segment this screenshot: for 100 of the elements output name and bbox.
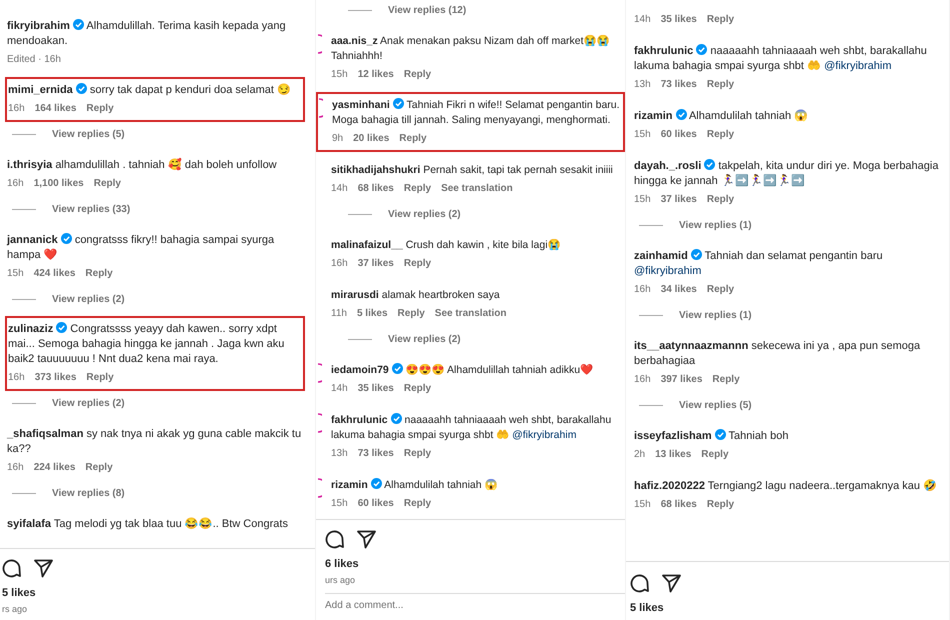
reply-button[interactable]: Reply	[706, 127, 734, 142]
reply-button[interactable]: Reply	[404, 256, 432, 271]
comment-text: zainhamid Tahniah dan selamat pengantin baru @fikryibrahim	[634, 249, 884, 279]
timestamp: 16h	[634, 283, 651, 297]
like-count[interactable]: 34 likes	[660, 282, 697, 297]
reply-button[interactable]: Reply	[404, 446, 432, 461]
reply-button[interactable]: Reply	[706, 192, 734, 207]
view-replies-link[interactable]: View replies (8)	[52, 486, 125, 501]
timestamp: 15h	[7, 267, 24, 281]
divider-line-icon	[12, 403, 36, 404]
like-count[interactable]: 373 likes	[34, 370, 76, 385]
comment-text: isseyfazlisham Tahniah boh	[634, 429, 788, 444]
reply-button[interactable]: Reply	[706, 282, 734, 297]
reply-button[interactable]: Reply	[706, 497, 734, 512]
view-replies-link[interactable]: View replies (1)	[679, 218, 752, 233]
post-time: rs ago	[2, 603, 28, 616]
like-count[interactable]: 60 likes	[358, 496, 394, 511]
like-count: 5 likes	[2, 586, 37, 601]
reply-button[interactable]: Reply	[701, 447, 729, 462]
divider-line-icon	[348, 10, 372, 11]
mention-link[interactable]: @fikryibrahim	[512, 429, 576, 441]
timestamp: 16h	[8, 102, 25, 116]
like-count[interactable]: 37 likes	[358, 256, 394, 271]
comment-text: yasminhani Tahniah Fikri n wife!! Selamat pengantin baru. Moga bahagia till jannah. Saling menyayangi, menghormati.	[332, 98, 621, 128]
reply-button[interactable]: Reply	[94, 176, 121, 191]
see-translation-link[interactable]: See translation	[434, 306, 506, 321]
mention-link[interactable]: @fikryibrahim	[824, 60, 892, 72]
like-count[interactable]: 73 likes	[358, 446, 394, 461]
timestamp: 14h	[331, 382, 348, 396]
view-replies-link[interactable]: View replies (5)	[679, 398, 752, 413]
comment-text: its__aatynnaazmannn sekecewa ini ya , apa pun semoga berbahagiaa	[634, 339, 922, 369]
comment-text: fakhrulunic naaaaahh tahniaaaah weh shbt, barakallahu lakuma bahagia smpai syurga shbt 🤲 @fikryibrahim	[331, 413, 612, 443]
like-count[interactable]: 424 likes	[34, 266, 76, 281]
divider-line-icon	[639, 225, 663, 226]
like-count[interactable]: 5 likes	[356, 306, 388, 321]
comment-text: jannanick congratsss fikry!! bahagia sampai syurga hampa ❤	[7, 233, 276, 263]
comment-icon	[325, 530, 345, 549]
timestamp: 16h	[634, 373, 651, 387]
like-count[interactable]: 35 likes	[660, 12, 697, 27]
divider-line-icon	[348, 214, 372, 215]
comment-text: rizamin Alhamdulilah tahniah 😱	[331, 478, 498, 493]
reply-button[interactable]: Reply	[706, 77, 734, 92]
like-count[interactable]: 68 likes	[660, 497, 697, 512]
like-count[interactable]: 164 likes	[34, 101, 76, 116]
like-count[interactable]: 224 likes	[34, 460, 76, 475]
comment-text: zulinaziz Congratssss yeayy dah kawen.. sorry xdpt mai... Semoga bahagia hingga ke jannah . Jaga kwn aku baik2 tauuuuuuu ! Nnt dua2 kena mai raya.	[8, 322, 286, 367]
like-count[interactable]: 35 likes	[358, 381, 394, 396]
comment-text: rizamin Alhamdulilah tahniah 😱	[634, 109, 808, 124]
comment-text: fikryibrahim Alhamdulillah. Terima kasih kepada yang mendoakan.	[7, 19, 287, 49]
divider-line-icon	[12, 493, 36, 494]
reply-button[interactable]: Reply	[85, 266, 113, 281]
like-count[interactable]: 20 likes	[353, 131, 390, 146]
timestamp: 16h	[7, 461, 24, 475]
reply-button[interactable]: Reply	[404, 67, 432, 82]
mention-link[interactable]: @fikryibrahim	[634, 265, 702, 277]
comment-text: syifalafa Tag melodi yg tak blaa tuu 😂😂.. Btw Congrats	[7, 517, 288, 532]
like-count[interactable]: 37 likes	[660, 192, 697, 207]
like-count[interactable]: 73 likes	[660, 77, 697, 92]
reply-button[interactable]: Reply	[85, 460, 113, 475]
see-translation-link[interactable]: See translation	[441, 181, 513, 196]
timestamp: Edited · 16h	[7, 53, 61, 67]
divider-line-icon	[639, 315, 663, 316]
comment-text: aaa.nis_z Anak menakan paksu Nizam dah off market😭😭 Tahniahhh!	[331, 34, 611, 64]
reply-button[interactable]: Reply	[404, 496, 432, 511]
view-replies-link[interactable]: View replies (33)	[52, 202, 130, 217]
timestamp: 15h	[331, 497, 348, 511]
reply-button[interactable]: Reply	[404, 181, 432, 196]
comment-text: mirarusdi alamak heartbroken saya	[331, 288, 501, 303]
view-replies-link[interactable]: View replies (2)	[388, 332, 461, 347]
post-time: urs ago	[325, 574, 356, 587]
comment-text: iedamoin79 😍😍😍 Alhamdulillah tahniah adikku❤	[331, 363, 594, 378]
like-count[interactable]: 12 likes	[358, 67, 394, 82]
comment-text: i.thrisyia alhamdulillah . tahniah 🥰 dah boleh unfollow	[7, 158, 277, 173]
reply-button[interactable]: Reply	[398, 306, 425, 321]
comment-text: fakhrulunic naaaaahh tahniaaaah weh shbt, barakallahu lakuma bahagia smpai syurga shbt 🤲 @fikryibrahim	[634, 44, 928, 74]
view-replies-link[interactable]: View replies (2)	[52, 292, 125, 307]
reply-button[interactable]: Reply	[712, 372, 740, 387]
reply-button[interactable]: Reply	[86, 370, 114, 385]
like-count[interactable]: 68 likes	[358, 181, 394, 196]
reply-button[interactable]: Reply	[399, 131, 427, 146]
like-count[interactable]: 1,100 likes	[34, 176, 84, 191]
reply-button[interactable]: Reply	[404, 381, 432, 396]
divider-line-icon	[12, 299, 36, 300]
like-count[interactable]: 60 likes	[660, 127, 697, 142]
comment-text: dayah._.rosli takpelah, kita undur diri ye. Moga berbahagia hingga ke jannah 🏃‍♀➡🏃‍♀➡🏃‍♀➡	[634, 159, 940, 189]
view-replies-link[interactable]: View replies (12)	[388, 3, 466, 18]
view-replies-link[interactable]: View replies (2)	[388, 207, 461, 222]
like-count[interactable]: 13 likes	[655, 447, 692, 462]
comment-text: sitikhadijahshukri Pernah sakit, tapi tak pernah sesakit iniiii	[331, 163, 613, 178]
like-count: 5 likes	[630, 601, 665, 616]
like-count[interactable]: 397 likes	[660, 372, 702, 387]
view-replies-link[interactable]: View replies (2)	[52, 396, 125, 411]
reply-button[interactable]: Reply	[86, 101, 114, 116]
comment-input[interactable]: Add a comment...	[325, 593, 625, 613]
view-replies-link[interactable]: View replies (1)	[679, 308, 752, 323]
comment-text: malinafaizul__ Crush dah kawin , kite bila lagi😭	[331, 238, 561, 253]
reply-button[interactable]: Reply	[706, 12, 734, 27]
comment-text: _shafiqsalman sy nak tnya ni akak yg guna cable makcik tu ka??	[7, 427, 302, 457]
view-replies-link[interactable]: View replies (5)	[52, 127, 125, 142]
timestamp: 13h	[634, 78, 651, 92]
